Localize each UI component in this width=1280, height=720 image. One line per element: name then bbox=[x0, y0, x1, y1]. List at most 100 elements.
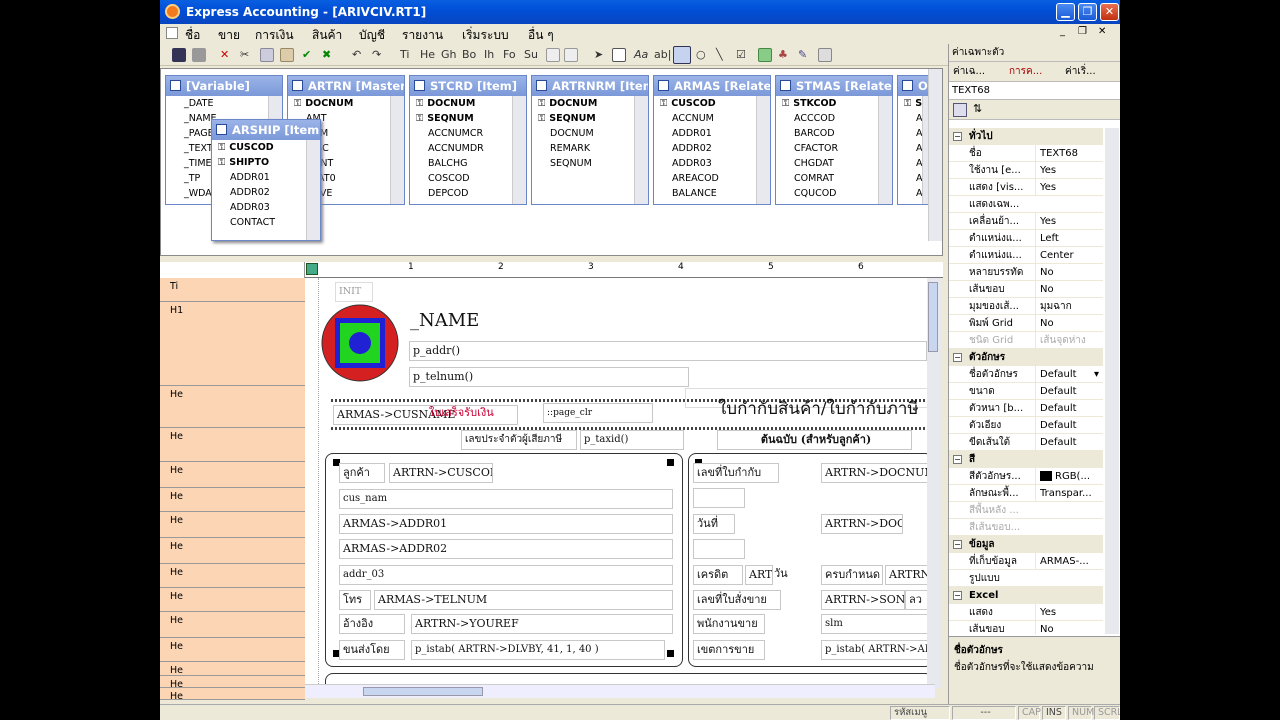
table-scrollbar[interactable] bbox=[512, 96, 526, 204]
init-field[interactable]: INIT bbox=[335, 282, 373, 302]
property-value[interactable]: Default bbox=[1035, 383, 1101, 400]
property-value[interactable]: Default ▾ bbox=[1035, 366, 1101, 383]
excel-icon[interactable]: ✖ bbox=[322, 47, 331, 63]
band-button-group-header[interactable]: Gh bbox=[441, 47, 457, 63]
address2-field[interactable]: ARMAS->ADDR02 bbox=[339, 539, 673, 559]
tab-calculation[interactable]: การค... bbox=[1009, 62, 1042, 82]
table-field[interactable]: BALCHG bbox=[410, 156, 526, 171]
page-icon[interactable] bbox=[546, 48, 560, 62]
table-field[interactable]: CUSCOD bbox=[654, 96, 770, 111]
print-icon[interactable] bbox=[192, 48, 206, 62]
vscroll-thumb[interactable] bbox=[928, 282, 938, 352]
table-checkbox[interactable] bbox=[170, 80, 181, 91]
property-row[interactable]: ขนาด Default bbox=[949, 383, 1103, 400]
table-field[interactable]: ACCCOD bbox=[776, 111, 892, 126]
menu-item-setup[interactable]: เริ่มระบบ bbox=[462, 26, 509, 45]
property-value[interactable]: Yes bbox=[1035, 162, 1101, 179]
minimize-button[interactable]: ▁ bbox=[1056, 3, 1075, 21]
property-row[interactable]: ตำแหน่งแ... Left bbox=[949, 230, 1103, 247]
property-value[interactable]: Center bbox=[1035, 247, 1101, 264]
table-header[interactable]: ARTRNRM [Item] bbox=[532, 76, 648, 96]
line-tool-icon[interactable]: ╲ bbox=[716, 47, 723, 63]
property-row[interactable]: เคลื่อนย้า... Yes bbox=[949, 213, 1103, 230]
save-icon[interactable] bbox=[172, 48, 186, 62]
tab-defaults[interactable]: ค่าเริ่... bbox=[1065, 62, 1096, 82]
property-value[interactable]: No bbox=[1035, 264, 1101, 281]
property-row[interactable]: ขีดเส้นใต้ Default bbox=[949, 434, 1103, 451]
delete-icon[interactable]: ✕ bbox=[220, 47, 229, 63]
band-label[interactable]: Ti bbox=[160, 278, 305, 302]
barcode-tool-icon[interactable] bbox=[818, 48, 832, 62]
table-field[interactable]: COSCOD bbox=[410, 171, 526, 186]
table-field[interactable]: DOCNUM bbox=[288, 96, 404, 111]
table-field[interactable]: DOCNUM bbox=[532, 96, 648, 111]
band-label[interactable]: He bbox=[160, 676, 305, 690]
company-logo-icon[interactable] bbox=[320, 303, 400, 383]
band-label[interactable]: He bbox=[160, 462, 305, 488]
sales-order-date-label[interactable]: ลว bbox=[905, 590, 929, 610]
band-label[interactable]: He bbox=[160, 386, 305, 428]
band-button-summary[interactable]: Su bbox=[524, 47, 538, 63]
resize-handle[interactable] bbox=[667, 650, 674, 657]
undo-icon[interactable]: ↶ bbox=[352, 47, 361, 63]
ruler-origin-icon[interactable] bbox=[306, 263, 318, 275]
table-box[interactable]: STCRD [Item] DOCNUMSEQNUMACCNUMCRACCNUMDR… bbox=[409, 75, 527, 205]
band-label[interactable]: He bbox=[160, 512, 305, 538]
address3-field[interactable]: addr_03 bbox=[339, 565, 673, 585]
credit-unit[interactable]: วัน bbox=[771, 565, 809, 585]
collapse-icon[interactable]: − bbox=[953, 540, 962, 549]
property-grid-scrollbar[interactable] bbox=[1105, 128, 1119, 634]
property-value[interactable]: Yes bbox=[1035, 213, 1101, 230]
text-field-icon[interactable]: ab| bbox=[654, 47, 671, 63]
table-header[interactable]: ARTRN [Master] bbox=[288, 76, 404, 96]
address1-field[interactable]: ARMAS->ADDR01 bbox=[339, 514, 673, 534]
property-value[interactable]: RGB(... bbox=[1035, 468, 1101, 485]
check-icon[interactable]: ✔ bbox=[302, 47, 311, 63]
table-field[interactable]: SEQNUM bbox=[532, 111, 648, 126]
table-box[interactable]: ARTRNRM [Item]DOCNUMSEQNUMDOCNUMREMARKSE… bbox=[531, 75, 649, 205]
company-address-field[interactable]: p_addr() bbox=[409, 341, 927, 361]
table-header[interactable]: [Variable] bbox=[166, 76, 282, 96]
property-value[interactable]: Default bbox=[1035, 417, 1101, 434]
property-row[interactable]: สีเส้นขอบ... bbox=[949, 519, 1103, 536]
text-style-icon[interactable]: Aa bbox=[634, 47, 648, 63]
band-button-body[interactable]: Bo bbox=[462, 47, 476, 63]
band-label[interactable]: He bbox=[160, 428, 305, 462]
table-checkbox[interactable] bbox=[292, 80, 303, 91]
taxid-field[interactable]: p_taxid() bbox=[580, 430, 684, 450]
table-header[interactable]: ARMAS [Relate] bbox=[654, 76, 770, 96]
property-row[interactable]: ชื่อ TEXT68 bbox=[949, 145, 1103, 162]
menu-item-finance[interactable]: การเงิน bbox=[255, 26, 294, 45]
popup-table-field[interactable]: ADDR01 bbox=[212, 170, 320, 185]
table-field[interactable]: CQUCOD bbox=[776, 186, 892, 201]
shipping-field[interactable]: p_istab( ARTRN->DLVBY, 41, 1, 40 ) bbox=[411, 640, 665, 660]
date-label[interactable]: วันที่ bbox=[693, 514, 735, 534]
date-field[interactable]: ARTRN->DOCDAT bbox=[821, 514, 903, 534]
circle-tool-icon[interactable]: ○ bbox=[696, 47, 706, 63]
table-field[interactable]: DEPCOD bbox=[410, 186, 526, 201]
receipt-label[interactable]: ใบเสร็จรับเงิน bbox=[426, 404, 518, 424]
table-checkbox[interactable] bbox=[658, 80, 669, 91]
property-row[interactable]: ตัวหนา [b... Default bbox=[949, 400, 1103, 417]
property-row[interactable]: หลายบรรทัด No bbox=[949, 264, 1103, 281]
menu-item-name[interactable]: ชื่อ bbox=[185, 26, 200, 45]
chart-tool-icon[interactable]: ♣ bbox=[778, 47, 788, 63]
taxid-label[interactable]: เลขประจำตัวผู้เสียภาษี bbox=[461, 430, 577, 450]
property-value[interactable]: Default bbox=[1035, 400, 1101, 417]
popup-table-field[interactable]: SHIPTO bbox=[212, 155, 320, 170]
table-header[interactable]: STCRD [Item] bbox=[410, 76, 526, 96]
menu-item-other[interactable]: อื่น ๆ bbox=[528, 26, 554, 45]
table-field[interactable]: BALANCE bbox=[654, 186, 770, 201]
band-button-header[interactable]: He bbox=[420, 47, 435, 63]
band-label[interactable]: He bbox=[160, 688, 305, 702]
property-category[interactable]: − Excel bbox=[949, 587, 1103, 604]
title-bar[interactable]: Express Accounting - [ARIVCIV.RT1] ▁ ❐ ✕ bbox=[160, 0, 1120, 24]
property-row[interactable]: ชนิด Grid เส้นจุดห่าง bbox=[949, 332, 1103, 349]
paste-icon[interactable] bbox=[280, 48, 294, 62]
band-button-footer[interactable]: Fo bbox=[503, 47, 516, 63]
salesman-label[interactable]: พนักงานขาย bbox=[693, 614, 765, 634]
sales-area-label[interactable]: เขตการขาย bbox=[693, 640, 765, 660]
table-field[interactable]: REMARK bbox=[532, 141, 648, 156]
phone-label[interactable]: โทร bbox=[339, 590, 371, 610]
table-field[interactable]: _DATE bbox=[166, 96, 282, 111]
